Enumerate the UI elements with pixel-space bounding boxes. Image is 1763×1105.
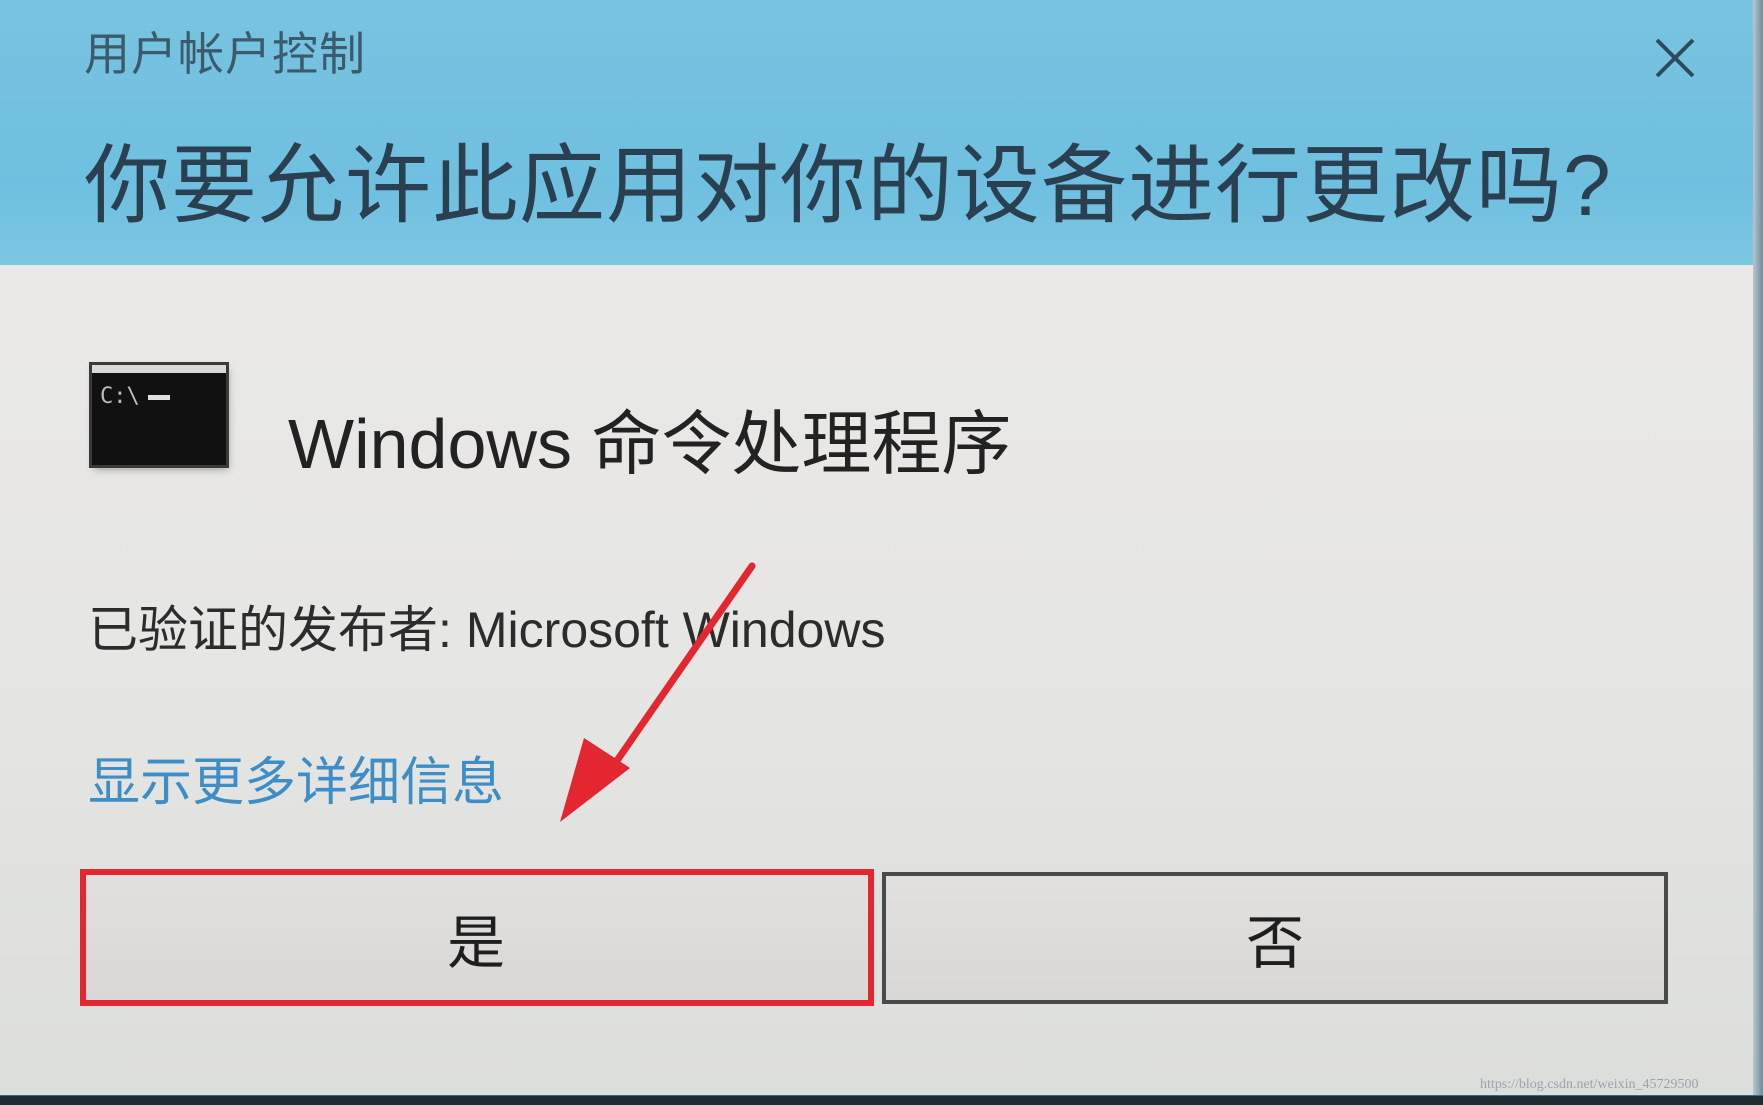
publisher-label: 已验证的发布者: <box>88 602 452 658</box>
dialog-app-title: 用户帐户控制 <box>84 28 366 80</box>
svg-text:C:\: C:\ <box>100 384 140 409</box>
close-icon <box>1655 38 1695 78</box>
dialog-question: 你要允许此应用对你的设备进行更改吗? <box>84 138 1612 234</box>
cmd-icon: C:\ <box>92 365 226 465</box>
app-name: Windows 命令处理程序 <box>288 405 1012 483</box>
uac-dialog: 用户帐户控制 你要允许此应用对你的设备进行更改吗? C:\ Windows 命令… <box>0 0 1763 1095</box>
close-button[interactable] <box>1645 28 1705 88</box>
yes-button[interactable]: 是 <box>82 872 870 1004</box>
no-button[interactable]: 否 <box>882 872 1668 1004</box>
show-more-details-link[interactable]: 显示更多详细信息 <box>88 740 504 815</box>
watermark: https://blog.csdn.net/weixin_45729500 <box>1480 1077 1699 1092</box>
window-edge <box>1753 0 1763 1095</box>
publisher-line: 已验证的发布者: Microsoft Windows <box>88 590 885 662</box>
publisher-value: Microsoft Windows <box>465 602 886 658</box>
dialog-header: 用户帐户控制 你要允许此应用对你的设备进行更改吗? <box>0 0 1753 265</box>
